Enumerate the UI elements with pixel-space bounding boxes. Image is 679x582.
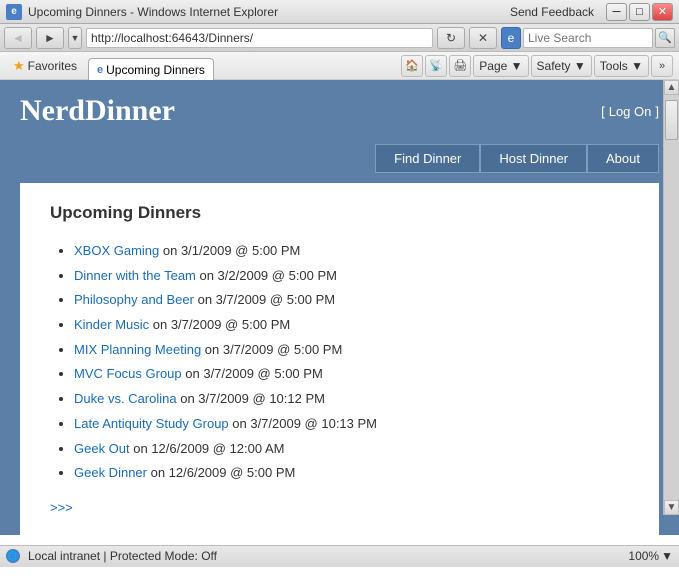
search-engine-icon: e xyxy=(501,27,521,49)
dropdown-button[interactable]: ▼ xyxy=(68,27,82,49)
status-bar: 🌐 Local intranet | Protected Mode: Off 1… xyxy=(0,545,679,567)
restore-button[interactable]: □ xyxy=(629,3,650,21)
address-input[interactable] xyxy=(86,28,433,48)
list-item: MVC Focus Group on 3/7/2009 @ 5:00 PM xyxy=(74,362,629,387)
scroll-down-button[interactable]: ▼ xyxy=(664,500,679,515)
browser-icon: e xyxy=(6,4,22,20)
scroll-up-button[interactable]: ▲ xyxy=(664,80,679,95)
list-item: Duke vs. Carolina on 3/7/2009 @ 10:12 PM xyxy=(74,387,629,412)
scroll-track[interactable] xyxy=(664,95,679,500)
active-tab[interactable]: e Upcoming Dinners xyxy=(88,58,214,80)
minimize-button[interactable]: ─ xyxy=(606,3,627,21)
dinner-link[interactable]: Geek Out xyxy=(74,441,130,456)
find-dinner-nav[interactable]: Find Dinner xyxy=(375,144,480,173)
dinner-detail: on 12/6/2009 @ 5:00 PM xyxy=(147,465,295,480)
refresh-button[interactable]: ↻ xyxy=(437,27,465,49)
search-input[interactable] xyxy=(523,28,653,48)
tab-row: e Upcoming Dinners xyxy=(88,52,397,79)
scroll-thumb[interactable] xyxy=(665,100,678,140)
dinner-link[interactable]: Late Antiquity Study Group xyxy=(74,416,229,431)
site-header: NerdDinner [ Log On ] xyxy=(0,80,679,138)
back-button[interactable]: ◄ xyxy=(4,27,32,49)
list-item: Dinner with the Team on 3/2/2009 @ 5:00 … xyxy=(74,264,629,289)
site-title: NerdDinner xyxy=(20,94,175,128)
dinner-detail: on 3/1/2009 @ 5:00 PM xyxy=(159,243,300,258)
list-item: MIX Planning Meeting on 3/7/2009 @ 5:00 … xyxy=(74,338,629,363)
forward-button[interactable]: ► xyxy=(36,27,64,49)
dinner-link[interactable]: Philosophy and Beer xyxy=(74,292,194,307)
rss-button[interactable]: 📡 xyxy=(425,55,447,77)
logon-link[interactable]: Log On xyxy=(609,104,652,119)
zoom-dropdown-icon: ▼ xyxy=(661,549,673,563)
address-bar: ◄ ► ▼ ↻ ✕ e 🔍 xyxy=(0,24,679,52)
dinner-list: XBOX Gaming on 3/1/2009 @ 5:00 PMDinner … xyxy=(50,239,629,486)
status-icon: 🌐 xyxy=(6,549,20,563)
close-button[interactable]: ✕ xyxy=(652,3,673,21)
tools-menu-button[interactable]: Tools ▼ xyxy=(594,55,649,77)
about-nav[interactable]: About xyxy=(587,144,659,173)
list-item: Kinder Music on 3/7/2009 @ 5:00 PM xyxy=(74,313,629,338)
content-area: Upcoming Dinners XBOX Gaming on 3/1/2009… xyxy=(20,183,659,535)
list-item: Late Antiquity Study Group on 3/7/2009 @… xyxy=(74,412,629,437)
dinner-detail: on 3/7/2009 @ 5:00 PM xyxy=(182,366,323,381)
list-item: Geek Out on 12/6/2009 @ 12:00 AM xyxy=(74,437,629,462)
list-item: Philosophy and Beer on 3/7/2009 @ 5:00 P… xyxy=(74,288,629,313)
dinner-link[interactable]: MIX Planning Meeting xyxy=(74,342,201,357)
nav-bar: Find Dinner Host Dinner About xyxy=(0,138,679,173)
stop-button[interactable]: ✕ xyxy=(469,27,497,49)
dinner-detail: on 12/6/2009 @ 12:00 AM xyxy=(130,441,285,456)
scrollbar[interactable]: ▲ ▼ xyxy=(663,80,679,515)
favorites-label: Favorites xyxy=(28,59,77,73)
tab-ie-icon: e xyxy=(97,64,103,76)
zoom-level: 100% xyxy=(628,549,659,563)
title-bar: e Upcoming Dinners - Windows Internet Ex… xyxy=(0,0,679,24)
dinner-detail: on 3/7/2009 @ 5:00 PM xyxy=(149,317,290,332)
page-wrapper: NerdDinner [ Log On ] Find Dinner Host D… xyxy=(0,80,679,535)
dinner-detail: on 3/7/2009 @ 5:00 PM xyxy=(201,342,342,357)
toolbar-icons: 🏠 📡 🖨 Page ▼ Safety ▼ Tools ▼ » xyxy=(401,55,673,77)
dinner-detail: on 3/7/2009 @ 10:13 PM xyxy=(229,416,377,431)
window-controls: ─ □ ✕ xyxy=(606,3,673,21)
dinner-link[interactable]: Dinner with the Team xyxy=(74,268,196,283)
dinner-detail: on 3/7/2009 @ 10:12 PM xyxy=(177,391,325,406)
dinner-link[interactable]: XBOX Gaming xyxy=(74,243,159,258)
zoom-control[interactable]: 100% ▼ xyxy=(628,549,673,563)
bracket-left: [ xyxy=(601,104,605,119)
dinner-detail: on 3/2/2009 @ 5:00 PM xyxy=(196,268,337,283)
window-title: Upcoming Dinners - Windows Internet Expl… xyxy=(28,5,504,19)
host-dinner-nav[interactable]: Host Dinner xyxy=(480,144,587,173)
dinner-link[interactable]: Kinder Music xyxy=(74,317,149,332)
section-title: Upcoming Dinners xyxy=(50,203,629,223)
more-link[interactable]: >>> xyxy=(50,500,629,515)
send-feedback-link[interactable]: Send Feedback xyxy=(510,5,594,19)
dinner-detail: on 3/7/2009 @ 5:00 PM xyxy=(194,292,335,307)
home-button[interactable]: 🏠 xyxy=(401,55,423,77)
header-right: [ Log On ] xyxy=(601,104,659,119)
favorites-button[interactable]: ★ Favorites xyxy=(6,55,84,77)
bracket-right: ] xyxy=(655,104,659,119)
star-icon: ★ xyxy=(13,58,25,74)
page-menu-button[interactable]: Page ▼ xyxy=(473,55,528,77)
status-text: Local intranet | Protected Mode: Off xyxy=(28,549,217,563)
toolbar-row: ★ Favorites e Upcoming Dinners 🏠 📡 🖨 Pag… xyxy=(0,52,679,80)
dinner-link[interactable]: Duke vs. Carolina xyxy=(74,391,177,406)
more-tools-button[interactable]: » xyxy=(651,55,673,77)
search-button[interactable]: 🔍 xyxy=(655,28,675,48)
print-button[interactable]: 🖨 xyxy=(449,55,471,77)
list-item: Geek Dinner on 12/6/2009 @ 5:00 PM xyxy=(74,461,629,486)
search-container: e 🔍 xyxy=(501,27,675,49)
dinner-link[interactable]: Geek Dinner xyxy=(74,465,147,480)
safety-menu-button[interactable]: Safety ▼ xyxy=(531,55,592,77)
dinner-link[interactable]: MVC Focus Group xyxy=(74,366,182,381)
list-item: XBOX Gaming on 3/1/2009 @ 5:00 PM xyxy=(74,239,629,264)
tab-label: Upcoming Dinners xyxy=(106,63,205,77)
